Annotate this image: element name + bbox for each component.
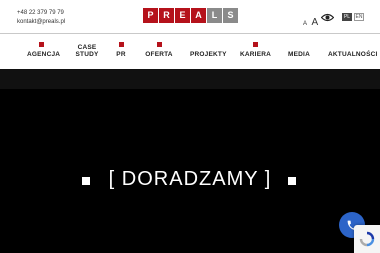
logo-letter: E (175, 8, 190, 23)
nav-marker (118, 42, 124, 47)
nav-item-case-study[interactable]: CASE STUDY (73, 34, 101, 58)
recaptcha-badge[interactable] (354, 225, 380, 253)
nav-label: AKTUALNOŚCI (328, 51, 378, 58)
logo-letter: P (143, 8, 158, 23)
nav-label: CASE (77, 44, 97, 51)
hero-square-right (288, 177, 296, 185)
nav-label: STUDY (75, 51, 99, 58)
eye-icon[interactable] (321, 13, 334, 22)
nav-item-projekty[interactable]: PROJEKTY (190, 34, 226, 58)
nav-item-kariera[interactable]: KARIERA (240, 34, 272, 58)
hero-title: [ DORADZAMY ] (108, 168, 272, 190)
nav-item-oferta[interactable]: OFERTA (145, 34, 173, 58)
nav-marker (252, 42, 258, 47)
nav-label: KARIERA (240, 51, 272, 58)
nav-marker (38, 42, 44, 47)
contact-email-link[interactable]: kontakt@preals.pl (17, 18, 65, 27)
font-increase-button[interactable]: A (311, 17, 318, 28)
contact-info: +48 22 379 79 79 kontakt@preals.pl (17, 9, 65, 27)
nav-item-agencja[interactable]: AGENCJA (27, 34, 60, 58)
hero-section (0, 69, 380, 253)
nav-marker (156, 42, 162, 47)
nav-label: PR (116, 51, 126, 58)
hero-shade (0, 69, 380, 89)
nav-label: PROJEKTY (190, 51, 227, 58)
language-pl-button[interactable]: PL (342, 13, 352, 21)
nav-item-pr[interactable]: PR (114, 34, 128, 58)
top-header: +48 22 379 79 79 kontakt@preals.pl P R E… (0, 0, 380, 34)
nav-label: OFERTA (145, 51, 173, 58)
language-en-button[interactable]: EN (354, 13, 364, 21)
font-size-controls: A A (303, 12, 318, 30)
logo-letter: R (159, 8, 174, 23)
nav-label: MEDIA (288, 51, 310, 58)
nav-label: AGENCJA (27, 51, 61, 58)
recaptcha-icon (359, 231, 375, 247)
logo-letter: S (223, 8, 238, 23)
contact-phone-link[interactable]: +48 22 379 79 79 (17, 9, 65, 18)
preals-logo[interactable]: P R E A L S (143, 8, 238, 23)
nav-item-aktualnosci[interactable]: AKTUALNOŚCI (328, 34, 378, 58)
nav-item-media[interactable]: MEDIA (287, 34, 311, 58)
logo-letter: A (191, 8, 206, 23)
logo-letter: L (207, 8, 222, 23)
main-nav: AGENCJA CASE STUDY PR OFERTA PROJEKTY KA… (0, 34, 380, 69)
font-decrease-button[interactable]: A (303, 21, 307, 27)
